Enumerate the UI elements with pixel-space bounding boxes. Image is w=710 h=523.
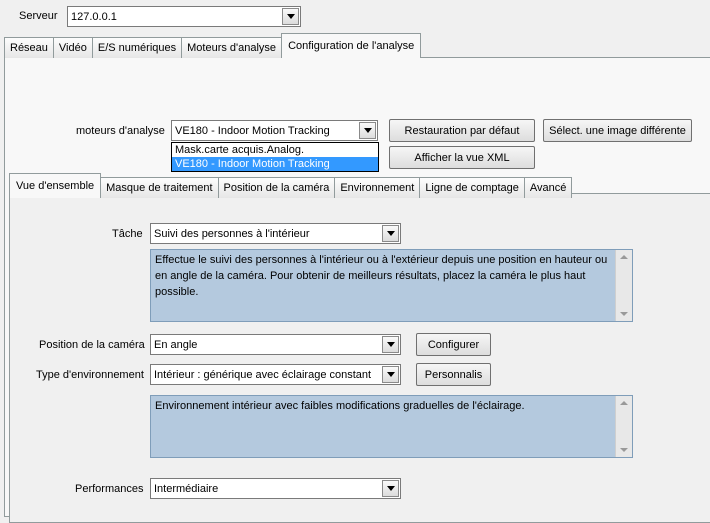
camera-position-value: En angle [154,338,198,351]
tab-digital-io[interactable]: E/S numériques [91,37,183,58]
chevron-down-icon[interactable] [382,480,399,497]
engine-option-selected[interactable]: VE180 - Indoor Motion Tracking [172,157,378,171]
server-value: 127.0.0.1 [71,10,117,23]
scroll-up-icon[interactable] [616,396,632,410]
main-tabs: Réseau Vidéo E/S numériques Moteurs d'an… [4,33,422,58]
scroll-down-icon[interactable] [616,443,632,457]
engine-select[interactable]: VE180 - Indoor Motion Tracking [171,120,378,141]
chevron-down-icon[interactable] [382,336,399,353]
environment-description: Environnement intérieur avec faibles mod… [150,395,633,458]
server-select[interactable]: 127.0.0.1 [67,6,301,27]
scrollbar[interactable] [615,396,632,457]
tab-processing-mask[interactable]: Masque de traitement [100,177,219,198]
chevron-down-icon[interactable] [382,225,399,242]
engine-value: VE180 - Indoor Motion Tracking [175,124,330,137]
environment-select[interactable]: Intérieur : générique avec éclairage con… [150,364,401,385]
task-description: Effectue le suivi des personnes à l'inté… [150,249,633,322]
scroll-down-icon[interactable] [616,307,632,321]
environment-description-text: Environnement intérieur avec faibles mod… [155,400,525,412]
scrollbar[interactable] [615,250,632,321]
tab-counting-line[interactable]: Ligne de comptage [419,177,525,198]
tab-reseau[interactable]: Réseau [4,37,54,58]
sub-tabs: Vue d'ensemble Masque de traitement Posi… [9,173,573,198]
engine-label: moteurs d'analyse [76,125,165,137]
performance-select[interactable]: Intermédiaire [150,478,401,499]
camera-position-select[interactable]: En angle [150,334,401,355]
tab-analysis-config[interactable]: Configuration de l'analyse [281,33,422,58]
task-value: Suivi des personnes à l'intérieur [154,227,310,240]
performance-label: Performances [75,483,144,495]
task-label: Tâche [112,228,143,240]
tab-video[interactable]: Vidéo [52,37,93,58]
performance-value: Intermédiaire [154,482,219,495]
environment-value: Intérieur : générique avec éclairage con… [154,368,372,381]
restore-defaults-button[interactable]: Restauration par défaut [389,119,535,142]
configure-button[interactable]: Configurer [416,333,491,356]
show-xml-button[interactable]: Afficher la vue XML [389,146,535,169]
task-description-text: Effectue le suivi des personnes à l'inté… [155,254,608,298]
chevron-down-icon[interactable] [282,8,299,25]
tab-overview[interactable]: Vue d'ensemble [9,173,102,198]
tab-analysis-engines[interactable]: Moteurs d'analyse [181,37,283,58]
tab-environment[interactable]: Environnement [334,177,421,198]
engine-option[interactable]: Mask.carte acquis.Analog. [172,143,378,157]
server-label: Serveur [19,10,58,22]
select-image-button[interactable]: Sélect. une image différente [543,119,692,142]
camera-position-label: Position de la caméra [39,339,145,351]
scroll-up-icon[interactable] [616,250,632,264]
chevron-down-icon[interactable] [382,366,399,383]
chevron-down-icon[interactable] [359,122,376,139]
task-select[interactable]: Suivi des personnes à l'intérieur [150,223,401,244]
tab-camera-position[interactable]: Position de la caméra [217,177,336,198]
customize-button[interactable]: Personnalis [416,363,491,386]
tab-advanced[interactable]: Avancé [523,177,573,198]
engine-dropdown-list: Mask.carte acquis.Analog. VE180 - Indoor… [171,142,379,172]
environment-label: Type d'environnement [36,369,144,381]
